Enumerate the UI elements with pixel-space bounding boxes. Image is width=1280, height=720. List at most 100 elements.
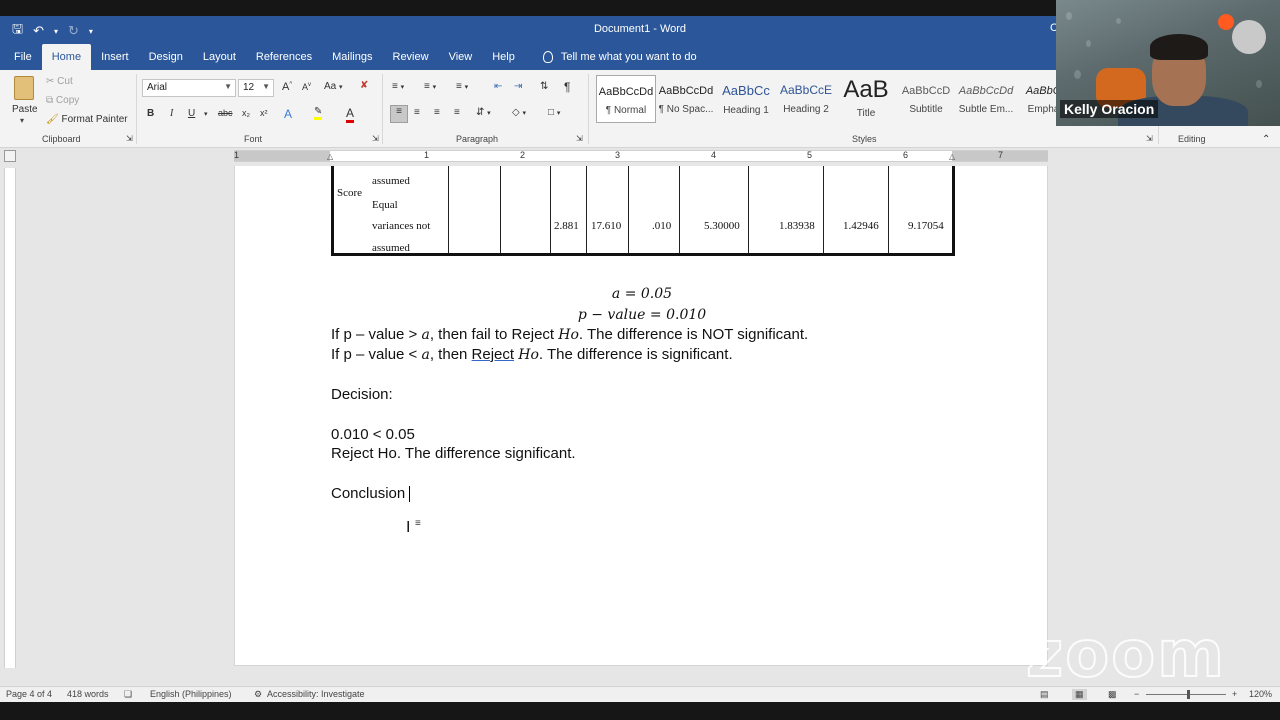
tab-insert[interactable]: Insert	[91, 44, 139, 70]
styles-launcher-icon[interactable]: ⇲	[1146, 134, 1153, 143]
shading-icon[interactable]: ◇ ▾	[512, 107, 526, 118]
alpha-symbol: a	[421, 347, 430, 363]
shrink-font-button[interactable]: Av	[302, 82, 311, 92]
indent-marker-icon[interactable]: △	[327, 152, 333, 161]
justify-icon[interactable]: ≡	[454, 107, 460, 118]
style-subtitle[interactable]: AaBbCcD Subtitle	[896, 75, 956, 123]
tab-design[interactable]: Design	[139, 44, 193, 70]
read-mode-icon[interactable]: ▤	[1040, 689, 1049, 700]
cut-button[interactable]: ✂ Cut	[46, 76, 73, 87]
table-cell-text: variances not	[372, 220, 431, 232]
sort-icon[interactable]: ⇅	[540, 81, 548, 92]
accessibility-icon[interactable]: ⚙	[254, 689, 262, 700]
word-count[interactable]: 418 words	[67, 689, 109, 699]
editing-group-label: Editing	[1178, 134, 1206, 144]
align-center-icon[interactable]: ≡	[414, 107, 420, 118]
underline-dropdown-icon[interactable]: ▾	[204, 110, 208, 118]
style-no-spacing[interactable]: AaBbCcDd ¶ No Spac...	[656, 75, 716, 123]
style-heading-1[interactable]: AaBbCc Heading 1	[716, 75, 776, 123]
tab-mailings[interactable]: Mailings	[322, 44, 382, 70]
bold-button[interactable]: B	[147, 108, 154, 119]
numbering-icon[interactable]: ≡ ▾	[424, 81, 436, 92]
tab-view[interactable]: View	[439, 44, 483, 70]
text-effects-icon[interactable]: A	[284, 107, 292, 121]
style-name: ¶ No Spac...	[658, 104, 714, 115]
zoom-level[interactable]: 120%	[1249, 689, 1272, 699]
change-case-button[interactable]: Aa ▾	[324, 81, 343, 92]
zoom-slider[interactable]	[1146, 694, 1226, 695]
collapse-ribbon-icon[interactable]: ⌃	[1262, 134, 1270, 145]
accessibility-status[interactable]: Accessibility: Investigate	[267, 689, 365, 699]
paragraph-launcher-icon[interactable]: ⇲	[576, 134, 583, 143]
tab-file[interactable]: File	[4, 44, 42, 70]
underline-button[interactable]: U	[188, 108, 195, 119]
document-page[interactable]: Score assumed Equal variances not assume…	[234, 166, 1048, 666]
bullets-icon[interactable]: ≡ ▾	[392, 81, 404, 92]
style-subtle-emphasis[interactable]: AaBbCcDd Subtle Em...	[956, 75, 1016, 123]
language[interactable]: English (Philippines)	[150, 689, 232, 699]
clear-formatting-icon[interactable]: ✘	[360, 80, 368, 91]
tab-layout[interactable]: Layout	[193, 44, 246, 70]
web-layout-icon[interactable]: ▩	[1108, 689, 1117, 700]
ruler-number: 5	[807, 150, 813, 160]
zoom-slider-handle[interactable]	[1187, 690, 1190, 699]
increase-indent-icon[interactable]: ⇥	[514, 81, 522, 92]
paragraph-group-label: Paragraph	[456, 134, 499, 144]
superscript-button[interactable]: x²	[260, 108, 268, 118]
page-count[interactable]: Page 4 of 4	[6, 689, 52, 699]
highlight-icon[interactable]: ✎	[314, 106, 323, 120]
align-right-icon[interactable]: ≡	[434, 107, 440, 118]
grow-font-button[interactable]: A^	[282, 81, 292, 93]
font-size-select[interactable]: 12 ▼	[238, 79, 274, 97]
align-left-icon[interactable]: ≡	[390, 105, 408, 123]
chevron-down-icon: ▼	[224, 82, 232, 91]
clipboard-launcher-icon[interactable]: ⇲	[126, 134, 133, 143]
table-cell-text: Equal	[372, 199, 398, 211]
style-preview: AaB	[843, 76, 889, 103]
font-name-select[interactable]: Arial ▼	[142, 79, 236, 97]
style-title[interactable]: AaB Title	[836, 75, 896, 123]
vertical-ruler[interactable]	[4, 168, 16, 668]
tab-help[interactable]: Help	[482, 44, 525, 70]
borders-icon[interactable]: □ ▾	[548, 107, 560, 118]
tab-review[interactable]: Review	[383, 44, 439, 70]
style-emphasis[interactable]: AaBbCc Emphas	[1016, 75, 1056, 123]
screen-bottom-strip	[0, 702, 1280, 720]
table-cell-value: 17.610	[591, 220, 622, 232]
tell-me-box[interactable]: Tell me what you want to do	[525, 44, 697, 70]
font-launcher-icon[interactable]: ⇲	[372, 134, 379, 143]
strikethrough-button[interactable]: abc	[218, 108, 233, 118]
line-spacing-icon[interactable]: ⇵ ▾	[476, 107, 491, 118]
reject-word: Reject	[471, 346, 515, 363]
ruler-toggle-button[interactable]	[4, 150, 16, 162]
zoom-watermark: zoom	[1025, 617, 1226, 693]
separator	[382, 74, 383, 144]
copy-button[interactable]: ⧉ Copy	[46, 95, 79, 106]
font-size-value: 12	[243, 82, 255, 93]
format-painter-button[interactable]: 🖌 Format Painter	[46, 114, 128, 125]
style-normal[interactable]: AaBbCcDd ¶ Normal	[596, 75, 656, 123]
right-indent-marker-icon[interactable]: △	[949, 152, 955, 161]
table-column-line	[500, 166, 501, 253]
zoom-in-button[interactable]: +	[1232, 689, 1237, 699]
status-bar: Page 4 of 4 418 words ❏ English (Philipp…	[0, 686, 1280, 702]
webcam-video-tile: Kelly Oracion	[1056, 0, 1280, 126]
zoom-out-button[interactable]: −	[1134, 689, 1139, 699]
paste-button[interactable]: Paste ▾	[8, 76, 38, 128]
italic-button[interactable]: I	[170, 108, 173, 119]
tab-home[interactable]: Home	[41, 44, 92, 70]
horizontal-ruler[interactable]: 1 1 2 3 4 5 6 7 △ △	[234, 150, 1048, 162]
subscript-button[interactable]: x₂	[242, 108, 250, 118]
style-heading-2[interactable]: AaBbCcE Heading 2	[776, 75, 836, 123]
show-formatting-icon[interactable]: ¶	[564, 80, 570, 94]
separator	[136, 74, 137, 144]
tab-references[interactable]: References	[246, 44, 322, 70]
reject-line: Reject Ho. The difference significant.	[331, 445, 576, 462]
decrease-indent-icon[interactable]: ⇤	[494, 81, 502, 92]
multilevel-list-icon[interactable]: ≡ ▾	[456, 81, 468, 92]
style-name: ¶ Normal	[605, 105, 647, 116]
proofing-icon[interactable]: ❏	[124, 689, 132, 700]
print-layout-icon[interactable]: ▦	[1072, 689, 1087, 700]
raindrop	[1086, 40, 1091, 47]
font-color-icon[interactable]: A	[346, 106, 355, 123]
